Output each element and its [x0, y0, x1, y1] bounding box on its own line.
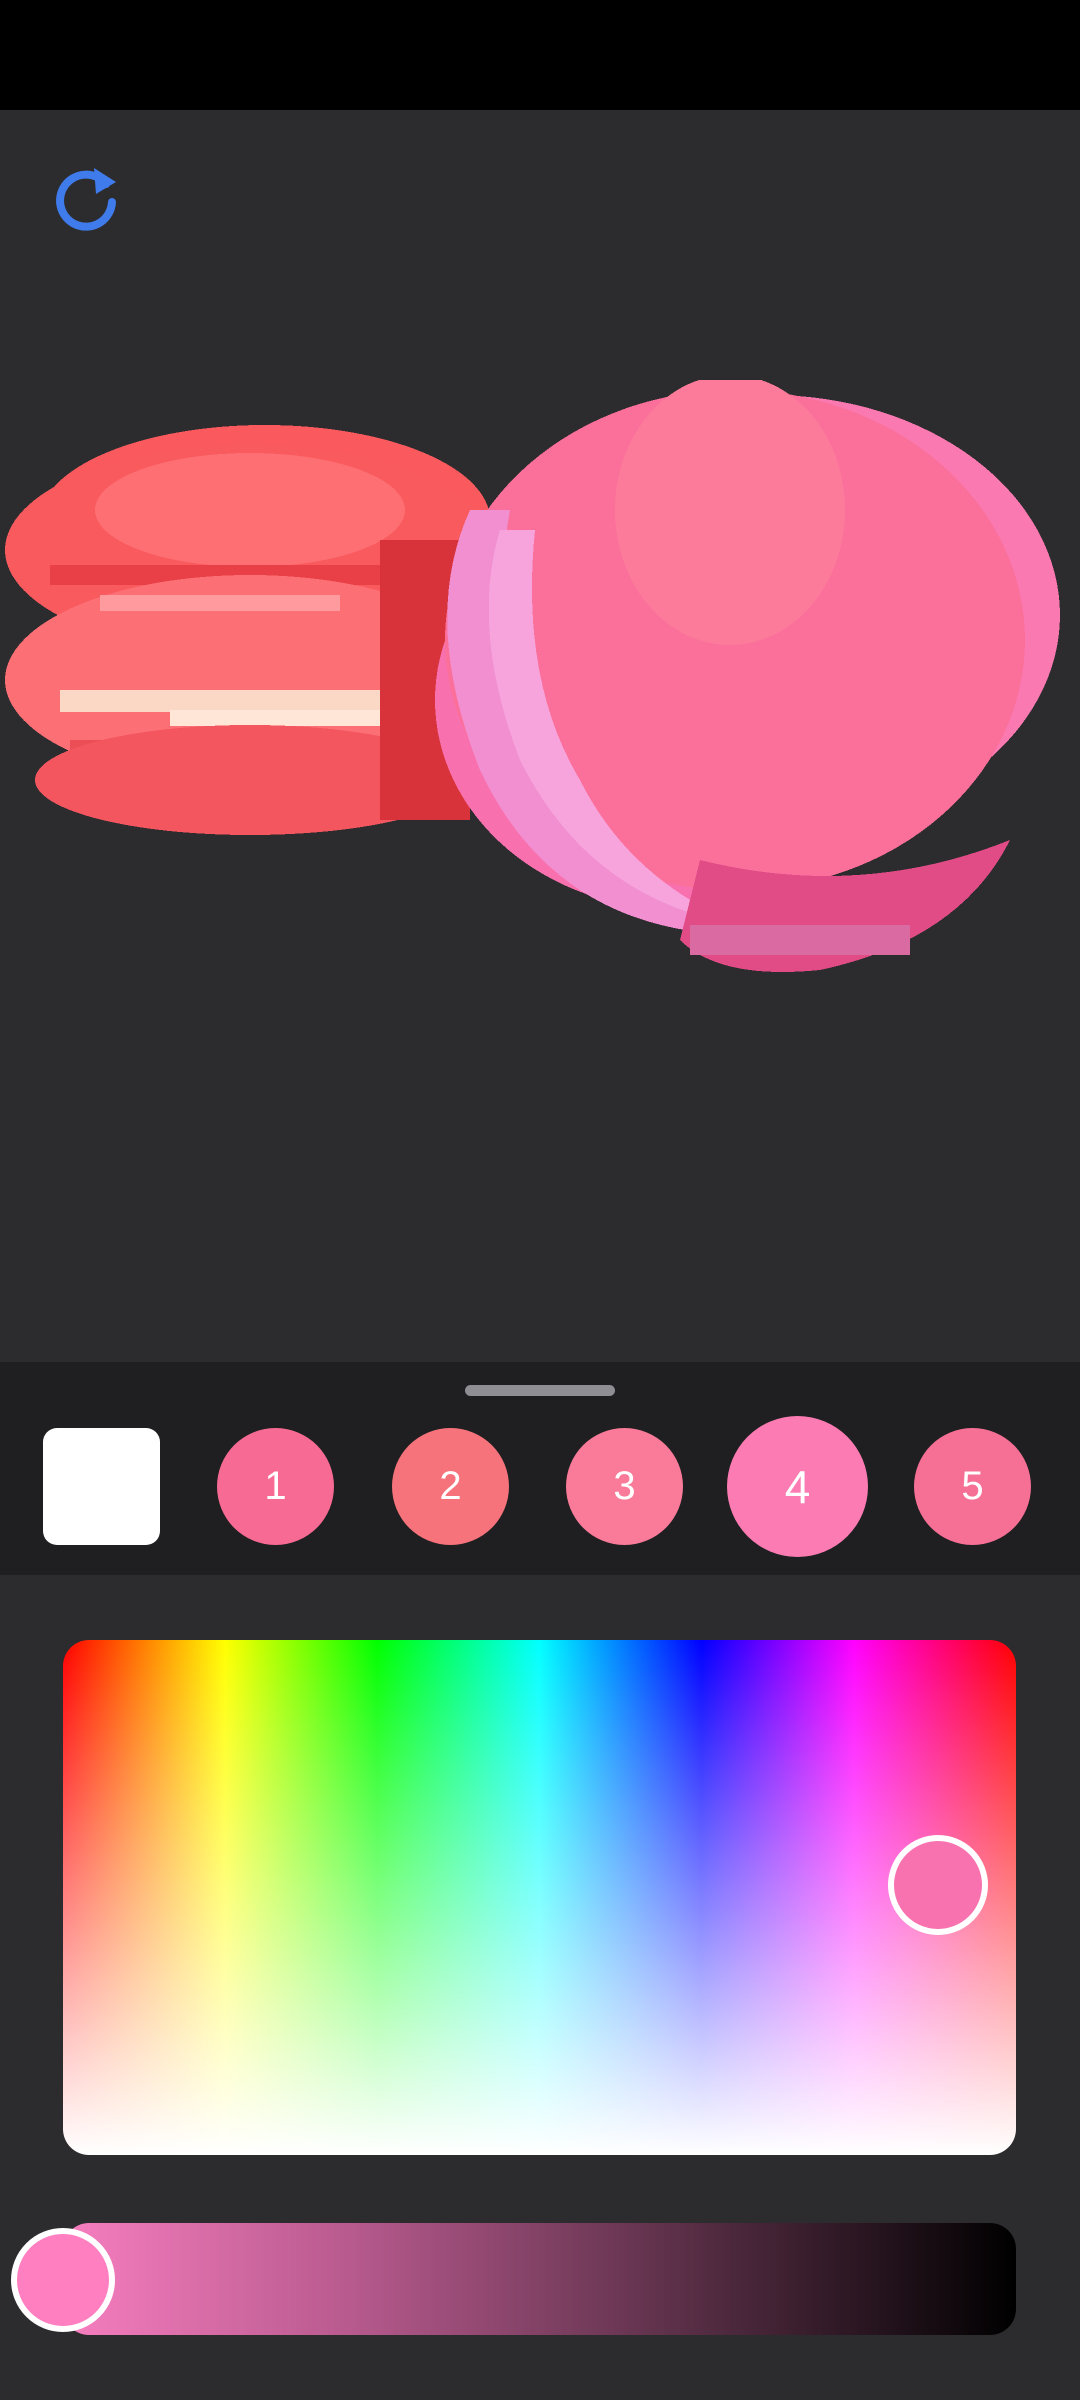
color-picker-thumb[interactable] [888, 1835, 988, 1935]
palette-swatch-white[interactable] [43, 1428, 160, 1545]
palette-swatch-3[interactable]: 3 [566, 1428, 683, 1545]
refresh-icon[interactable] [50, 160, 130, 240]
palette-swatch-5[interactable]: 5 [914, 1428, 1031, 1545]
palette-swatch-1[interactable]: 1 [217, 1428, 334, 1545]
status-bar [0, 0, 1080, 110]
right-macaron [435, 380, 1060, 972]
color-spectrum-picker[interactable] [63, 1640, 1016, 2155]
brightness-slider[interactable] [63, 2223, 1016, 2335]
brightness-slider-thumb[interactable] [11, 2228, 115, 2332]
pixel-art-macarons[interactable] [0, 380, 1080, 1080]
palette-swatch-4-selected[interactable]: 4 [727, 1416, 868, 1557]
drag-handle[interactable] [465, 1385, 615, 1396]
palette-swatch-2[interactable]: 2 [392, 1428, 509, 1545]
left-macaron [5, 425, 495, 835]
